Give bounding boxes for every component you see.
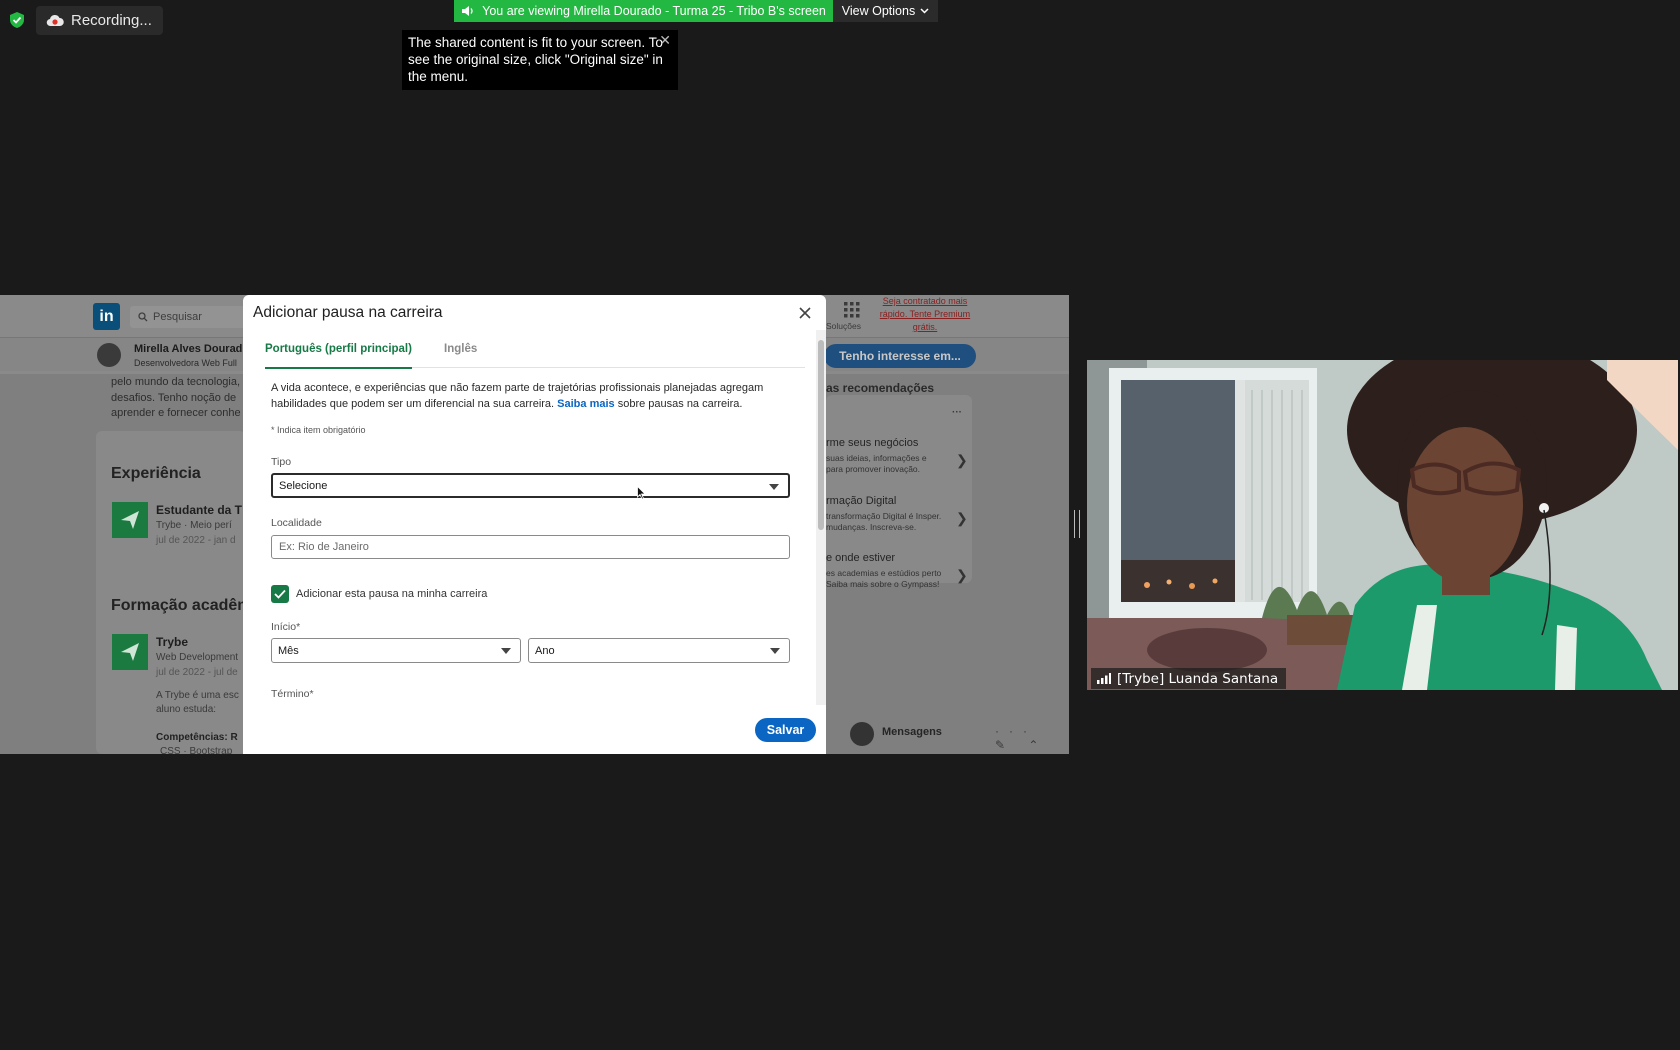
profile-name: Mirella Alves Dourad bbox=[134, 343, 243, 355]
linkedin-search-placeholder: Pesquisar bbox=[153, 311, 202, 323]
start-year-select[interactable]: Ano bbox=[528, 638, 790, 663]
education-desc: aluno estuda: bbox=[156, 704, 217, 715]
scrollbar-thumb[interactable] bbox=[818, 340, 824, 530]
rec-title[interactable]: rme seus negócios bbox=[826, 437, 918, 449]
profile-headline: Desenvolvedora Web Full bbox=[134, 358, 237, 368]
signal-bars-icon bbox=[1097, 673, 1111, 684]
add-break-checkbox[interactable] bbox=[271, 585, 289, 603]
intro-suffix: sobre pausas na carreira. bbox=[617, 398, 743, 410]
messages-actions-icon[interactable]: ··· ✎ ⌃ bbox=[995, 724, 1069, 752]
video-frame-image bbox=[1087, 360, 1678, 690]
linkedin-logo[interactable]: in bbox=[93, 303, 120, 330]
recording-indicator[interactable]: Recording... bbox=[36, 6, 163, 35]
viewing-banner: You are viewing Mirella Dourado - Turma … bbox=[454, 0, 833, 22]
panel-resize-handle[interactable] bbox=[1074, 510, 1080, 538]
start-month-value: Mês bbox=[278, 644, 299, 657]
speaker-icon bbox=[462, 6, 473, 16]
rec-sub: para promover inovação. bbox=[826, 464, 921, 474]
messages-label: Mensagens bbox=[882, 726, 942, 738]
start-month-select[interactable]: Mês bbox=[271, 638, 521, 663]
linkedin-search[interactable]: Pesquisar bbox=[130, 306, 245, 328]
messages-bar[interactable]: Mensagens ··· ✎ ⌃ bbox=[840, 712, 1069, 754]
participant-video[interactable]: [Trybe] Luanda Santana bbox=[1087, 360, 1678, 690]
chevron-right-icon[interactable]: ❯ bbox=[956, 452, 968, 469]
type-select-value: Selecione bbox=[279, 479, 328, 492]
trybe-logo bbox=[112, 502, 148, 538]
chevron-down-icon bbox=[920, 8, 929, 14]
dialog-title: Adicionar pausa na carreira bbox=[253, 304, 443, 321]
start-year-value: Ano bbox=[535, 644, 555, 657]
avatar bbox=[850, 722, 874, 746]
view-options-button[interactable]: View Options bbox=[833, 0, 938, 22]
work-label: Soluções bbox=[826, 321, 861, 331]
education-desc: A Trybe é uma esc bbox=[156, 690, 239, 701]
more-icon[interactable]: ··· bbox=[952, 407, 962, 418]
premium-cta[interactable]: Seja contratado mais rápido. Tente Premi… bbox=[870, 295, 980, 334]
type-select[interactable]: Selecione bbox=[271, 473, 790, 498]
rec-title[interactable]: e onde estiver bbox=[826, 552, 895, 564]
add-break-checkbox-label[interactable]: Adicionar esta pausa na minha carreira bbox=[296, 588, 487, 600]
required-note: * Indica item obrigatório bbox=[271, 425, 366, 435]
start-label: Início* bbox=[271, 621, 301, 633]
recording-label: Recording... bbox=[71, 12, 152, 29]
search-icon bbox=[138, 312, 148, 322]
rec-title[interactable]: rmação Digital bbox=[826, 495, 896, 507]
rec-sub: transformação Digital é Insper. bbox=[826, 511, 942, 521]
viewing-banner-text: You are viewing Mirella Dourado - Turma … bbox=[482, 4, 826, 18]
participant-name-tag: [Trybe] Luanda Santana bbox=[1091, 668, 1287, 689]
tooltip-text: The shared content is fit to your screen… bbox=[408, 35, 663, 84]
caret-down-icon bbox=[769, 484, 779, 490]
experience-title[interactable]: Estudante da T bbox=[156, 503, 242, 517]
about-line: aprender e fornecer conhe bbox=[111, 407, 241, 419]
checkmark-icon bbox=[274, 589, 286, 599]
education-heading: Formação acadêm bbox=[111, 597, 252, 614]
education-skills: Competências: R bbox=[156, 732, 238, 743]
chevron-right-icon[interactable]: ❯ bbox=[956, 567, 968, 584]
mouse-cursor-icon bbox=[637, 486, 646, 500]
location-input[interactable] bbox=[271, 535, 790, 559]
cloud-record-icon bbox=[46, 14, 64, 27]
location-label: Localidade bbox=[271, 517, 322, 529]
rec-sub: mudanças. Inscreva-se. bbox=[826, 522, 917, 532]
participant-name: [Trybe] Luanda Santana bbox=[1117, 670, 1279, 687]
career-break-dialog: Adicionar pausa na carreira Português (p… bbox=[243, 295, 826, 754]
experience-dates: jul de 2022 - jan d bbox=[156, 535, 236, 546]
trybe-logo bbox=[112, 634, 148, 670]
rec-sub: es academias e estúdios perto bbox=[826, 568, 942, 578]
type-label: Tipo bbox=[271, 456, 292, 468]
tab-english[interactable]: Inglês bbox=[444, 343, 477, 355]
tooltip-close-icon[interactable]: ✕ bbox=[659, 32, 671, 49]
shared-screen: in Pesquisar Soluções Seja contratado ma… bbox=[0, 295, 1069, 754]
caret-down-icon bbox=[770, 648, 780, 654]
experience-heading: Experiência bbox=[111, 465, 201, 482]
interest-button[interactable]: Tenho interesse em... bbox=[824, 344, 976, 368]
education-course: Web Development bbox=[156, 652, 239, 663]
recs-heading: as recomendações bbox=[826, 381, 935, 395]
work-grid-icon[interactable] bbox=[843, 301, 861, 319]
education-dates: jul de 2022 - jul de bbox=[156, 667, 238, 678]
learn-more-link[interactable]: Saiba mais bbox=[557, 398, 614, 410]
end-label: Término* bbox=[271, 688, 314, 700]
rec-sub: suas ideias, informações e bbox=[826, 453, 927, 463]
about-line: desafios. Tenho noção de bbox=[111, 392, 237, 404]
education-skills-list: CSS · Bootstrap bbox=[160, 746, 233, 754]
caret-down-icon bbox=[501, 648, 511, 654]
fit-to-screen-tooltip: The shared content is fit to your screen… bbox=[402, 30, 678, 90]
tab-portuguese[interactable]: Português (perfil principal) bbox=[265, 343, 412, 369]
shield-check-icon[interactable] bbox=[8, 11, 26, 29]
chevron-right-icon[interactable]: ❯ bbox=[956, 510, 968, 527]
experience-company: Trybe · Meio perí bbox=[156, 520, 232, 531]
about-line: pelo mundo da tecnologia, bbox=[111, 376, 241, 388]
view-options-label: View Options bbox=[841, 4, 916, 18]
avatar bbox=[97, 343, 121, 367]
education-school[interactable]: Trybe bbox=[156, 635, 188, 649]
dialog-scrollbar[interactable] bbox=[816, 330, 826, 705]
save-button[interactable]: Salvar bbox=[755, 718, 816, 742]
close-icon[interactable] bbox=[797, 305, 813, 321]
dialog-intro: A vida acontece, e experiências que não … bbox=[271, 380, 791, 412]
rec-sub: Saiba mais sobre o Gympass! bbox=[826, 579, 940, 589]
